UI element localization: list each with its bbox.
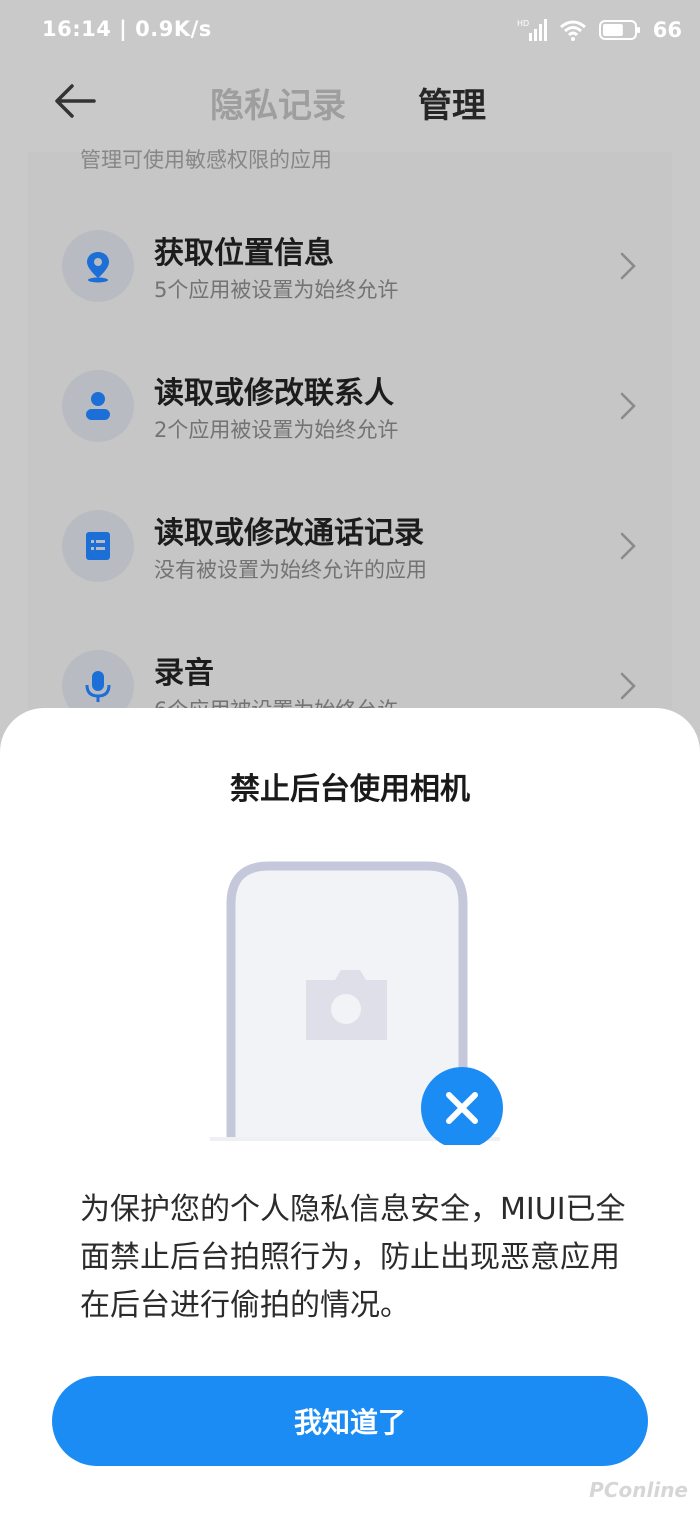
status-icons: HD 66: [517, 14, 682, 46]
status-bar: 16:14 | 0.9K/s HD 66: [0, 0, 700, 62]
svg-text:HD: HD: [517, 19, 529, 28]
signal-icon: HD: [517, 19, 547, 41]
permission-title: 获取位置信息: [154, 236, 334, 271]
permission-title: 录音: [154, 656, 214, 691]
permission-card: 管理可使用敏感权限的应用 获取位置信息 5个应用被设置为始终允许 读取或修改联系…: [28, 148, 672, 752]
status-time-speed: 16:14 | 0.9K/s: [42, 17, 212, 41]
back-button[interactable]: [50, 80, 102, 122]
location-pin-icon: [62, 230, 134, 302]
battery-icon: [598, 20, 640, 40]
header: 隐私记录 管理: [0, 62, 700, 142]
chevron-right-icon: [620, 252, 636, 280]
card-subtitle: 管理可使用敏感权限的应用: [80, 148, 332, 172]
chevron-right-icon: [620, 392, 636, 420]
permission-title: 读取或修改联系人: [154, 376, 394, 411]
camera-ban-sheet: 禁止后台使用相机 为保护您的个人隐私信息安全，MIUI已全面禁止后台拍照行为，防…: [0, 708, 700, 1517]
camera-blocked-illustration: [210, 861, 503, 1145]
chevron-right-icon: [620, 672, 636, 700]
sheet-title: 禁止后台使用相机: [230, 772, 470, 807]
camera-icon: [306, 970, 387, 1040]
battery-percent: 66: [652, 18, 682, 42]
got-it-button[interactable]: 我知道了: [52, 1376, 648, 1466]
permission-item-contacts[interactable]: 读取或修改联系人 2个应用被设置为始终允许: [28, 370, 672, 510]
permission-item-location[interactable]: 获取位置信息 5个应用被设置为始终允许: [28, 230, 672, 370]
permission-desc: 5个应用被设置为始终允许: [154, 278, 399, 302]
tab-privacy-records[interactable]: 隐私记录: [210, 78, 346, 127]
watermark-logo: PConline: [589, 1478, 688, 1502]
sheet-body-text: 为保护您的个人隐私信息安全，MIUI已全面禁止后台拍照行为，防止出现恶意应用在后…: [80, 1192, 626, 1323]
permission-desc: 2个应用被设置为始终允许: [154, 418, 399, 442]
call-log-icon: [62, 510, 134, 582]
wifi-icon: [559, 20, 586, 41]
permission-desc: 没有被设置为始终允许的应用: [154, 558, 427, 582]
permission-item-call-log[interactable]: 读取或修改通话记录 没有被设置为始终允许的应用: [28, 510, 672, 650]
chevron-right-icon: [620, 532, 636, 560]
permission-title: 读取或修改通话记录: [154, 516, 424, 551]
arrow-left-icon: [55, 84, 96, 118]
tab-manage[interactable]: 管理: [418, 78, 486, 127]
contact-person-icon: [62, 370, 134, 442]
